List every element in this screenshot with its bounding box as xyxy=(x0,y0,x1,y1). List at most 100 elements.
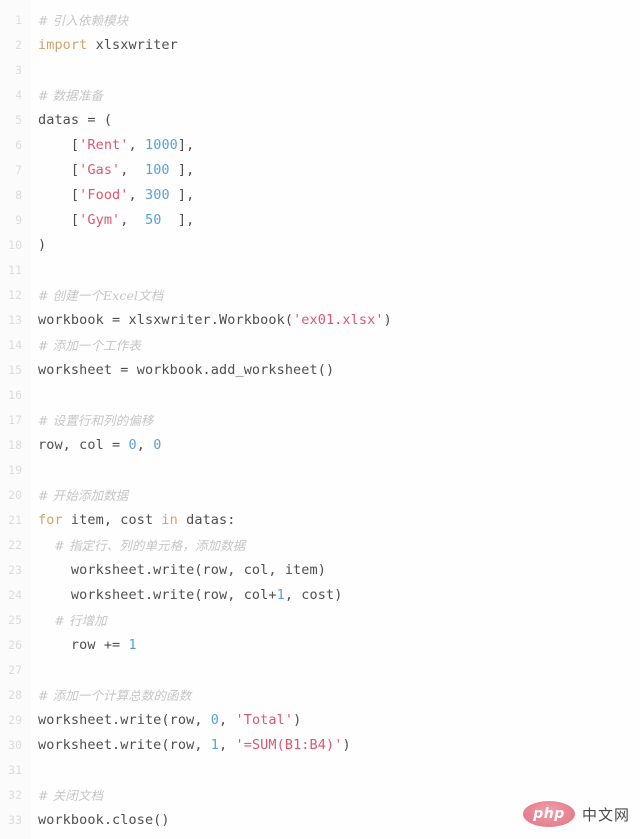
line-number: 31 xyxy=(8,763,22,777)
token-string: 'Rent' xyxy=(79,137,129,153)
code-line: 9 ['Gym', 50 ], xyxy=(0,208,640,233)
code-line: 30 worksheet.write(row, 1, '=SUM(B1:B4)') xyxy=(0,733,640,758)
php-watermark: php 中文网 xyxy=(522,801,630,827)
line-number: 5 xyxy=(15,113,22,127)
line-number: 20 xyxy=(8,488,22,502)
code-line: 8 ['Food', 300 ], xyxy=(0,183,640,208)
token-number: 1 xyxy=(276,587,285,603)
code-line: 17 # 设置行和列的偏移 xyxy=(0,408,640,433)
token-string: 'Food' xyxy=(79,187,129,203)
code-screenshot: 1 # 引入依赖模块 2 import xlsxwriter 3 4 # 数据准备 5 data… xyxy=(0,0,640,839)
code-line: 5 datas = ( xyxy=(0,108,640,133)
token-comment: # 指定行、列的单元格，添加数据 xyxy=(38,538,246,553)
token-plain: workbook = xlsxwriter.Workbook( xyxy=(38,312,294,328)
token-plain: datas = ( xyxy=(38,112,113,128)
token-string: 'ex01.xlsx' xyxy=(293,312,384,328)
line-source: # 添加一个工作表 xyxy=(38,333,141,359)
token-comment: # 数据准备 xyxy=(38,88,104,103)
token-plain: , xyxy=(219,737,236,753)
line-source: import xlsxwriter xyxy=(38,33,178,58)
line-number: 23 xyxy=(8,563,22,577)
line-number: 32 xyxy=(8,788,22,802)
token-number: 0 xyxy=(128,437,137,453)
token-plain: ], xyxy=(177,137,195,153)
token-number: 0 xyxy=(210,712,220,728)
line-number: 21 xyxy=(8,513,22,527)
line-source: # 添加一个计算总数的函数 xyxy=(38,683,191,709)
code-line: 20 # 开始添加数据 xyxy=(0,483,640,508)
token-plain: worksheet.write(row, xyxy=(38,737,211,753)
code-line: 13 workbook = xlsxwriter.Workbook('ex01.x… xyxy=(0,308,640,333)
line-source: # 数据准备 xyxy=(38,83,103,109)
code-line: 26 row += 1 xyxy=(0,633,640,658)
code-line: 24 worksheet.write(row, col+1, cost) xyxy=(0,583,640,608)
code-line: 11 xyxy=(0,258,640,283)
token-string: 'Gym' xyxy=(79,212,121,228)
code-line: 18 row, col = 0, 0 xyxy=(0,433,640,458)
code-line: 23 worksheet.write(row, col, item) xyxy=(0,558,640,583)
code-line: 27 xyxy=(0,658,640,683)
line-source: # 设置行和列的偏移 xyxy=(38,408,153,434)
token-comment: # 开始添加数据 xyxy=(38,488,129,503)
line-source: ['Gas', 100 ], xyxy=(38,158,194,183)
code-line: 3 xyxy=(0,58,640,83)
token-comment: # 设置行和列的偏移 xyxy=(38,413,154,428)
line-number: 33 xyxy=(8,813,22,827)
token-string: 'Total' xyxy=(235,712,294,728)
token-comment: # 引入依赖模块 xyxy=(38,13,129,28)
line-number: 11 xyxy=(8,263,22,277)
line-source: # 引入依赖模块 xyxy=(38,8,128,34)
php-logo-icon: php xyxy=(522,801,575,827)
line-number: 8 xyxy=(15,188,22,202)
token-plain: ], xyxy=(169,162,195,178)
token-plain: worksheet.write(row, col+ xyxy=(38,587,277,603)
line-number: 4 xyxy=(15,88,22,102)
code-line: 2 import xlsxwriter xyxy=(0,33,640,58)
token-string: 'Gas' xyxy=(79,162,121,178)
token-plain: row, col = xyxy=(38,437,129,453)
code-line: 31 xyxy=(0,758,640,783)
token-number: 1 xyxy=(128,637,137,653)
token-number: 300 xyxy=(144,187,170,203)
token-plain: ) xyxy=(383,312,392,328)
line-number: 6 xyxy=(15,138,22,152)
line-source: ['Rent', 1000], xyxy=(38,133,194,158)
token-plain: row += xyxy=(38,637,129,653)
line-number: 1 xyxy=(15,13,22,27)
token-number: 100 xyxy=(144,162,170,178)
token-plain: worksheet.write(row, col, item) xyxy=(38,562,326,578)
token-comment: # 关闭文档 xyxy=(38,788,104,803)
line-source: worksheet = workbook.add_worksheet() xyxy=(38,358,334,383)
line-number: 18 xyxy=(8,438,22,452)
line-source: ['Gym', 50 ], xyxy=(38,208,194,233)
line-number: 7 xyxy=(15,163,22,177)
token-plain: , xyxy=(219,712,236,728)
line-number: 28 xyxy=(8,688,22,702)
line-source: # 行增加 xyxy=(38,608,107,634)
code-block[interactable]: 1 # 引入依赖模块 2 import xlsxwriter 3 4 # 数据准备 5 data… xyxy=(0,8,640,833)
code-line: 28 # 添加一个计算总数的函数 xyxy=(0,683,640,708)
code-line: 1 # 引入依赖模块 xyxy=(0,8,640,33)
code-line: 19 xyxy=(0,458,640,483)
line-number: 27 xyxy=(8,663,22,677)
line-source: for item, cost in datas: xyxy=(38,508,235,533)
code-line: 7 ['Gas', 100 ], xyxy=(0,158,640,183)
line-number: 12 xyxy=(8,288,22,302)
token-plain: , xyxy=(120,162,145,178)
line-number: 9 xyxy=(15,213,22,227)
token-plain: xlsxwriter xyxy=(87,37,178,53)
line-source: # 指定行、列的单元格，添加数据 xyxy=(38,533,245,559)
token-keyword: for xyxy=(38,512,63,528)
line-source: # 创建一个Excel文档 xyxy=(38,283,163,309)
line-number: 24 xyxy=(8,588,22,602)
token-number: 50 xyxy=(144,212,162,228)
line-source: row, col = 0, 0 xyxy=(38,433,161,458)
line-source: worksheet.write(row, 0, 'Total') xyxy=(38,708,301,733)
line-number: 2 xyxy=(15,38,22,52)
token-number: 1000 xyxy=(144,137,178,153)
token-plain: , xyxy=(136,437,154,453)
code-line: 12 # 创建一个Excel文档 xyxy=(0,283,640,308)
code-line: 15 worksheet = workbook.add_worksheet() xyxy=(0,358,640,383)
line-source: worksheet.write(row, col, item) xyxy=(38,558,326,583)
token-number: 0 xyxy=(153,437,162,453)
